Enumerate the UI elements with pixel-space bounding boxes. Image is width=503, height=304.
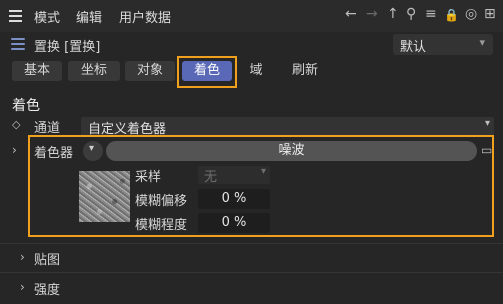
divider [0, 272, 503, 273]
menu-edit[interactable]: 编辑 [76, 7, 102, 26]
tab-coordinates[interactable]: 坐标 [68, 61, 120, 81]
divider [0, 243, 503, 244]
preset-dropdown[interactable]: 默认 ▾ [393, 34, 493, 55]
sampling-dropdown[interactable]: 无 ▾ [198, 166, 270, 185]
up-arrow-icon[interactable]: ↑ [387, 6, 399, 22]
menu-user-data[interactable]: 用户数据 [119, 7, 171, 26]
displacer-icon [11, 38, 25, 50]
section-title: 着色 [12, 98, 40, 114]
chevron-down-icon: ▾ [260, 166, 266, 177]
object-title: 置换 [置换] [34, 40, 101, 55]
group-map[interactable]: 贴图 [34, 249, 60, 268]
chevron-down-icon: ▾ [479, 36, 485, 49]
tab-basic[interactable]: 基本 [12, 61, 62, 81]
tab-highlight-frame [177, 56, 237, 88]
tab-refresh[interactable]: 刷新 [280, 61, 330, 81]
group-strength[interactable]: 强度 [34, 279, 60, 298]
channel-dropdown[interactable]: 自定义着色器 ▾ [81, 117, 494, 137]
chevron-right-icon[interactable]: › [20, 280, 25, 294]
chevron-right-icon[interactable]: › [12, 143, 17, 157]
keyframe-diamond-icon[interactable]: ◇ [12, 118, 20, 131]
shader-menu-button[interactable]: ▾ [83, 141, 103, 161]
folder-icon[interactable]: ▭ [481, 143, 492, 157]
filter-icon[interactable]: ≡ [425, 6, 437, 22]
blur-scale-field[interactable]: 0 % [198, 213, 270, 233]
tab-field[interactable]: 域 [240, 61, 272, 81]
new-window-icon[interactable]: ⊞ [484, 6, 496, 22]
hamburger-menu-icon[interactable] [9, 10, 22, 22]
blur-offset-label: 模糊偏移 [135, 194, 188, 209]
chevron-down-icon: ▾ [484, 118, 490, 129]
search-icon[interactable]: ⚲ [406, 6, 416, 22]
target-icon[interactable]: ◎ [465, 6, 477, 22]
blur-offset-field[interactable]: 0 % [198, 189, 270, 209]
preset-value: 默认 [400, 40, 427, 55]
noise-preview-thumbnail [79, 171, 130, 222]
blur-scale-label: 模糊程度 [135, 218, 188, 233]
lock-icon[interactable]: 🔒 [444, 8, 459, 22]
forward-arrow-icon[interactable]: → [366, 6, 378, 22]
chevron-down-icon: ▾ [89, 143, 95, 154]
channel-label: 通道 [34, 121, 61, 136]
shader-label: 着色器 [34, 146, 74, 161]
sampling-label: 采样 [135, 170, 162, 185]
shader-button[interactable]: 噪波 [106, 141, 477, 161]
tab-object[interactable]: 对象 [125, 61, 175, 81]
sampling-value: 无 [204, 170, 218, 185]
chevron-right-icon[interactable]: › [20, 250, 25, 264]
menu-mode[interactable]: 模式 [34, 7, 60, 26]
back-arrow-icon[interactable]: ← [345, 6, 357, 22]
